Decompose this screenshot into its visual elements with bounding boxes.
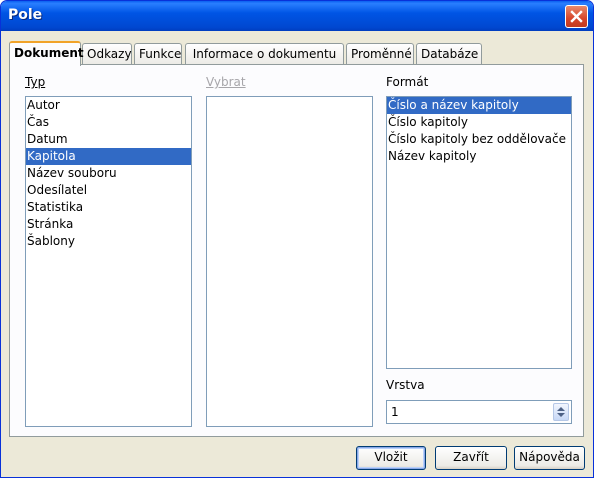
tab-panel: Typ Autor Čas Datum Kapitola Název souboru Od…	[9, 64, 584, 437]
select-label: Vybrat	[206, 75, 246, 89]
list-item[interactable]: Název kapitoly	[387, 148, 571, 165]
title-bar[interactable]: Pole	[1, 1, 593, 31]
chevron-up-icon[interactable]	[557, 407, 565, 411]
help-button[interactable]: Nápověda	[514, 446, 585, 470]
tab-databaze[interactable]: Databáze	[416, 43, 482, 64]
dialog-window: Pole Dokument Odkazy Funkce Informace o …	[0, 0, 594, 478]
layer-value: 1	[391, 405, 399, 419]
list-item[interactable]: Číslo a název kapitoly	[387, 97, 571, 114]
tab-informace-o-dokumentu[interactable]: Informace o dokumentu	[185, 43, 344, 64]
close-button[interactable]: Zavřít	[435, 446, 507, 470]
list-item[interactable]: Číslo kapitoly bez oddělovače	[387, 131, 571, 148]
select-listbox[interactable]	[206, 96, 373, 427]
list-item[interactable]: Šablony	[26, 233, 191, 250]
list-item[interactable]: Čas	[26, 114, 191, 131]
type-listbox[interactable]: Autor Čas Datum Kapitola Název souboru Odesíl…	[25, 96, 192, 427]
tab-dokument[interactable]: Dokument	[9, 41, 84, 66]
close-window-button[interactable]	[565, 5, 588, 28]
list-item[interactable]: Stránka	[26, 216, 191, 233]
list-item[interactable]: Statistika	[26, 199, 191, 216]
type-label: Typ	[25, 75, 46, 89]
layer-spinbox[interactable]: 1	[386, 400, 572, 424]
layer-label: Vrstva	[386, 378, 425, 392]
format-label: Formát	[386, 75, 429, 89]
list-item[interactable]: Kapitola	[26, 148, 191, 165]
insert-button[interactable]: Vložit	[356, 446, 426, 470]
tab-promenne[interactable]: Proměnné	[346, 43, 414, 64]
tab-odkazy[interactable]: Odkazy	[82, 43, 132, 64]
list-item[interactable]: Odesílatel	[26, 182, 191, 199]
spin-arrows[interactable]	[553, 403, 569, 421]
list-item[interactable]: Autor	[26, 97, 191, 114]
list-item[interactable]: Název souboru	[26, 165, 191, 182]
window-title: Pole	[8, 7, 43, 23]
format-listbox[interactable]: Číslo a název kapitoly Číslo kapitoly Čísl…	[386, 96, 572, 369]
tab-funkce[interactable]: Funkce	[134, 43, 182, 64]
list-item[interactable]: Číslo kapitoly	[387, 114, 571, 131]
list-item[interactable]: Datum	[26, 131, 191, 148]
chevron-down-icon[interactable]	[557, 413, 565, 417]
